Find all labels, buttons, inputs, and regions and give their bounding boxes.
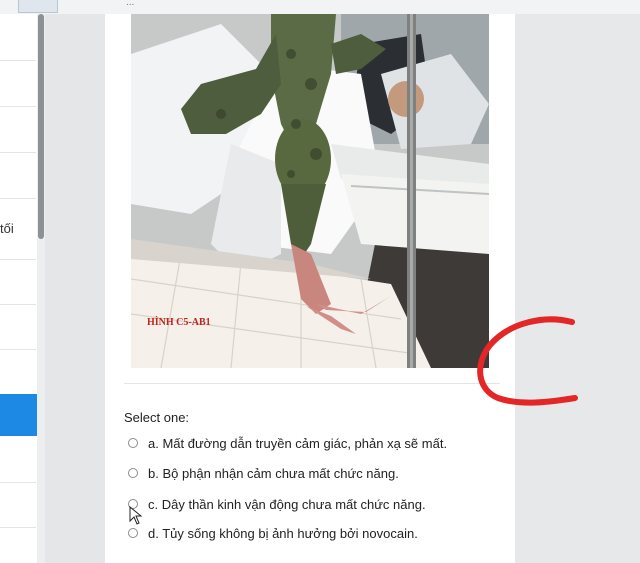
sidebar-item[interactable]	[0, 152, 36, 153]
right-panel	[515, 14, 640, 563]
image-divider	[124, 383, 500, 384]
content-gutter	[45, 14, 105, 563]
sidebar-item[interactable]	[0, 259, 36, 260]
radio-icon[interactable]	[128, 528, 138, 538]
red-annotation-mark	[477, 316, 578, 406]
sidebar-item[interactable]	[0, 527, 36, 528]
question-image: HÌNH C5-AB1	[131, 14, 489, 368]
answer-option-b[interactable]: b. Bộ phận nhận cảm chưa mất chức năng.	[128, 463, 399, 483]
sidebar-item-active[interactable]	[0, 394, 38, 436]
mouse-cursor-icon	[129, 506, 143, 525]
sidebar-item[interactable]	[0, 304, 36, 305]
toolbar-tab[interactable]	[18, 0, 58, 13]
answer-option-c[interactable]: c. Dây thần kinh vận động chưa mất chức …	[128, 494, 426, 514]
sidebar-item[interactable]	[0, 198, 36, 199]
radio-icon[interactable]	[128, 438, 138, 448]
figure-caption: HÌNH C5-AB1	[147, 316, 211, 328]
answer-option-a[interactable]: a. Mất đường dẫn truyền cảm giác, phản x…	[128, 433, 447, 453]
answer-option-label: c. Dây thần kinh vận động chưa mất chức …	[148, 496, 426, 512]
sidebar-item-label: tối	[0, 221, 14, 236]
sidebar-item[interactable]	[0, 349, 36, 350]
toolbar-fragment: ...	[126, 0, 135, 8]
sidebar-item[interactable]	[0, 60, 36, 61]
answer-option-label: a. Mất đường dẫn truyền cảm giác, phản x…	[148, 435, 448, 451]
top-toolbar: ...	[0, 0, 640, 15]
answer-option-d[interactable]: d. Tủy sống không bị ảnh hưởng bởi novoc…	[128, 523, 418, 543]
radio-icon[interactable]	[128, 468, 138, 478]
answer-option-label: b. Bộ phận nhận cảm chưa mất chức năng.	[148, 465, 399, 481]
sidebar-item[interactable]	[0, 106, 36, 107]
sidebar: tối	[0, 14, 45, 563]
sidebar-item[interactable]	[0, 482, 36, 483]
select-one-label: Select one:	[124, 410, 190, 425]
sidebar-scrollbar-thumb[interactable]	[38, 14, 44, 239]
answer-option-label: d. Tủy sống không bị ảnh hưởng bởi novoc…	[148, 525, 418, 541]
